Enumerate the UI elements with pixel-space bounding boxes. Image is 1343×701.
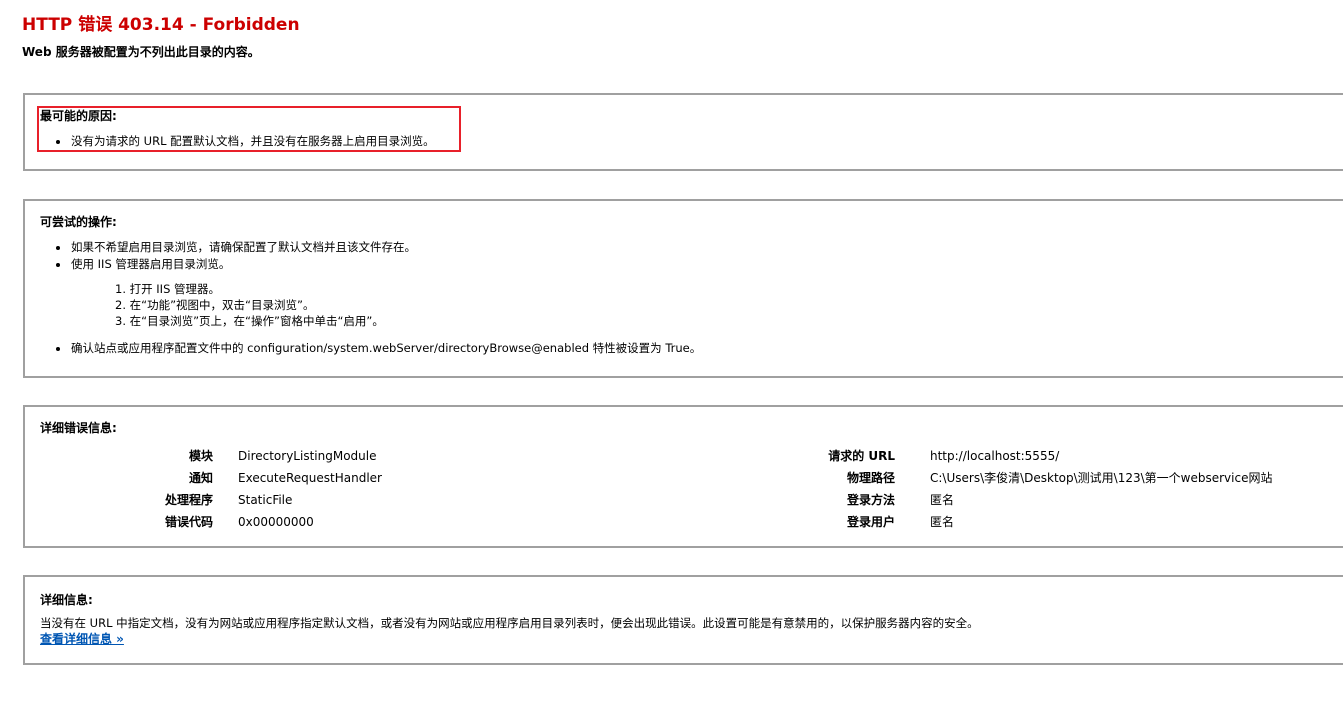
actions-list-tail: 确认站点或应用程序配置文件中的 configuration/system.web… <box>55 340 702 357</box>
page-subtitle: Web 服务器被配置为不列出此目录的内容。 <box>22 45 260 59</box>
error-info-left: 模块 DirectoryListingModule 通知 ExecuteReques… <box>125 445 382 533</box>
kv-label: 登录方法 <box>846 493 895 507</box>
more-info-link[interactable]: 查看详细信息 » <box>40 630 124 647</box>
action-item: 确认站点或应用程序配置文件中的 configuration/system.web… <box>55 341 702 355</box>
kv-row: 物理路径 C:\Users\李俊清\Desktop\测试用\123\第一个webs… <box>795 467 1273 489</box>
step-item: 1. 打开 IIS 管理器。 <box>115 282 221 296</box>
details-heading: 详细信息: <box>40 593 93 607</box>
kv-value: 匿名 <box>930 515 955 529</box>
highlight-box <box>37 106 461 152</box>
kv-label: 请求的 URL <box>828 449 895 463</box>
kv-value: http://localhost:5555/ <box>930 449 1060 463</box>
kv-row: 通知 ExecuteRequestHandler <box>125 467 382 489</box>
kv-value: 0x00000000 <box>238 515 314 529</box>
kv-label: 物理路径 <box>846 471 895 485</box>
error-info-heading: 详细错误信息: <box>40 421 117 435</box>
kv-value: ExecuteRequestHandler <box>238 471 382 485</box>
kv-row: 登录方法 匿名 <box>795 489 1272 511</box>
kv-value: StaticFile <box>238 493 293 507</box>
kv-row: 处理程序 StaticFile <box>125 489 382 511</box>
kv-label: 通知 <box>188 471 213 485</box>
kv-value: DirectoryListingModule <box>238 449 377 463</box>
error-info-panel: 详细错误信息: 模块 DirectoryListingModule 通知 Execu… <box>23 405 1343 548</box>
action-item: 使用 IIS 管理器启用目录浏览。 <box>56 256 416 273</box>
kv-row: 登录用户 匿名 <box>795 511 1272 533</box>
kv-row: 请求的 URL http://localhost:5555/ <box>795 445 1272 467</box>
actions-list: 如果不希望启用目录浏览，请确保配置了默认文档并且该文件存在。 使用 IIS 管理… <box>56 239 416 273</box>
details-text: 当没有在 URL 中指定文档，没有为网站或应用程序指定默认文档，或者没有为网站或… <box>40 616 979 630</box>
kv-label: 错误代码 <box>164 515 213 529</box>
action-item: 如果不希望启用目录浏览，请确保配置了默认文档并且该文件存在。 <box>56 240 416 254</box>
kv-value: 匿名 <box>930 493 955 507</box>
kv-row: 错误代码 0x00000000 <box>125 511 382 533</box>
error-info-right: 请求的 URL http://localhost:5555/ 物理路径 C:\Use… <box>795 445 1272 533</box>
actions-heading: 可尝试的操作: <box>40 215 117 229</box>
step-item: 3. 在“目录浏览”页上，在“操作”窗格中单击“启用”。 <box>115 314 384 328</box>
actions-steps: 1. 打开 IIS 管理器。 2. 在“功能”视图中，双击“目录浏览”。 3. … <box>115 281 384 329</box>
kv-label: 模块 <box>188 449 213 463</box>
step-item: 2. 在“功能”视图中，双击“目录浏览”。 <box>115 298 315 312</box>
kv-label: 登录用户 <box>846 515 895 529</box>
kv-label: 处理程序 <box>164 493 213 507</box>
actions-panel: 可尝试的操作: 如果不希望启用目录浏览，请确保配置了默认文档并且该文件存在。 使… <box>23 199 1343 378</box>
kv-row: 模块 DirectoryListingModule <box>125 445 382 467</box>
page-title: HTTP 错误 403.14 - Forbidden <box>22 15 300 35</box>
kv-value: C:\Users\李俊清\Desktop\测试用\123\第一个webservi… <box>930 471 1273 485</box>
details-panel: 详细信息: 当没有在 URL 中指定文档，没有为网站或应用程序指定默认文档，或者… <box>23 575 1343 665</box>
